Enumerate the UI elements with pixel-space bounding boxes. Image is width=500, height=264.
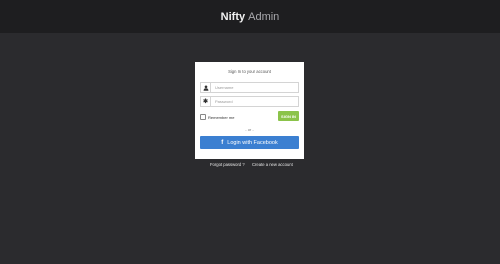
asterisk-icon: ✱	[200, 96, 211, 107]
facebook-login-label: Login with Facebook	[227, 139, 278, 146]
password-input[interactable]: Password	[211, 96, 299, 107]
password-field: ✱ Password	[200, 96, 299, 107]
create-account-link[interactable]: Create a new account	[252, 162, 293, 167]
or-separator: - or -	[245, 127, 254, 132]
forgot-password-link[interactable]: Forgot password ?	[210, 162, 245, 167]
facebook-login-button[interactable]: f Login with Facebook	[200, 136, 299, 149]
remember-checkbox[interactable]	[200, 114, 206, 120]
sign-in-button[interactable]: SIGN IN	[278, 111, 299, 121]
top-bar: Nifty Admin	[0, 0, 500, 33]
brand-subtitle: Admin	[248, 10, 280, 23]
facebook-icon: f	[221, 139, 224, 146]
user-icon	[200, 82, 211, 93]
brand-title[interactable]: Nifty	[221, 11, 245, 23]
remember-label: Remember me	[208, 115, 235, 120]
login-title: Sign In to your account	[228, 69, 271, 74]
username-field: Username	[200, 82, 299, 93]
username-input[interactable]: Username	[211, 82, 299, 93]
